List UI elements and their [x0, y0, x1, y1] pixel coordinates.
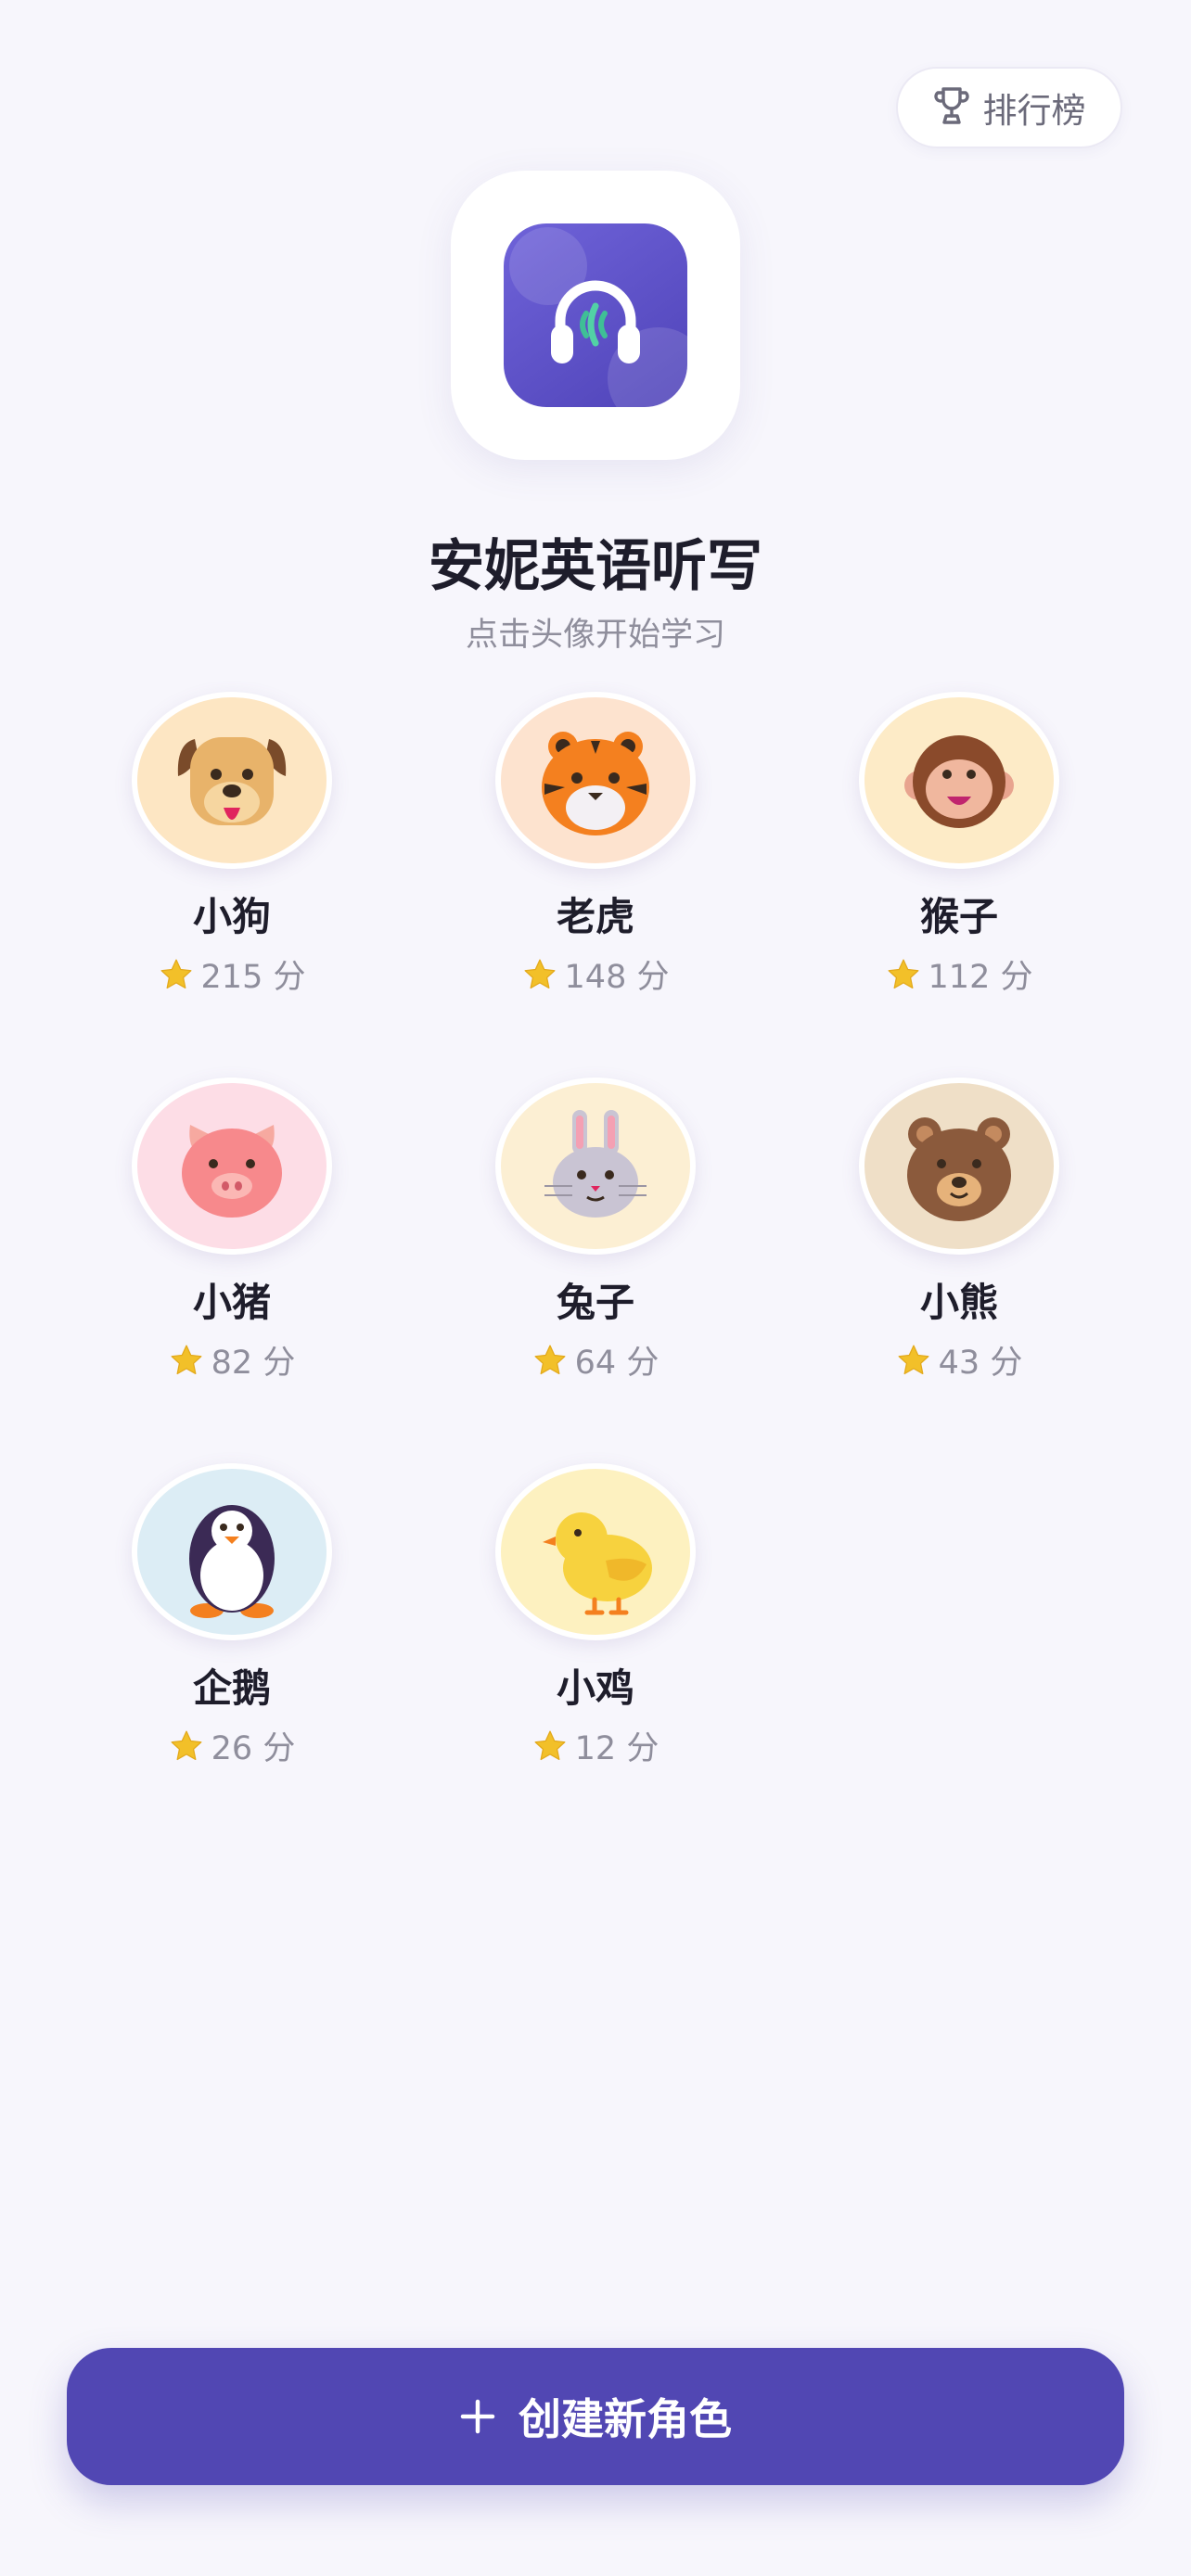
character-card-rabbit[interactable]: 兔子 64 分: [456, 1078, 735, 1384]
rabbit-icon: [544, 1109, 647, 1218]
character-score: 64 分: [532, 1336, 660, 1384]
character-card-dog[interactable]: 小狗 215 分: [93, 692, 371, 998]
monkey-icon: [904, 734, 1014, 828]
avatar[interactable]: [132, 692, 332, 869]
tiger-icon: [542, 731, 649, 835]
character-score: 112 分: [886, 950, 1033, 998]
app-logo: [451, 171, 740, 460]
bear-icon: [907, 1116, 1011, 1221]
character-card-monkey[interactable]: 猴子 112 分: [820, 692, 1098, 998]
leaderboard-label: 排行榜: [982, 91, 1086, 131]
penguin-icon: [189, 1504, 275, 1618]
create-character-label: 创建新角色: [519, 2394, 732, 2444]
star-icon: [160, 959, 191, 988]
score-value: 26 分: [211, 1730, 296, 1767]
character-name: 小猪: [192, 1280, 271, 1325]
character-name: 企鹅: [192, 1665, 271, 1711]
character-grid: 小狗 215 分 老虎 148 分 猴子 112 分 小猪 82 分 兔子 64…: [0, 692, 1191, 1897]
score-value: 12 分: [574, 1730, 660, 1767]
headphones-icon: [504, 223, 687, 407]
avatar[interactable]: [495, 1078, 696, 1255]
star-icon: [171, 1730, 202, 1760]
character-card-tiger[interactable]: 老虎 148 分: [456, 692, 735, 998]
leaderboard-button[interactable]: 排行榜: [896, 67, 1122, 148]
character-name: 猴子: [919, 894, 998, 939]
character-name: 老虎: [556, 894, 634, 939]
avatar[interactable]: [859, 692, 1059, 869]
character-card-bear[interactable]: 小熊 43 分: [820, 1078, 1098, 1384]
star-icon: [898, 1345, 929, 1374]
chick-icon: [543, 1511, 652, 1614]
score-value: 82 分: [211, 1345, 296, 1382]
score-value: 215 分: [200, 959, 306, 996]
character-score: 215 分: [159, 950, 306, 998]
character-name: 小熊: [919, 1280, 998, 1325]
score-value: 43 分: [938, 1345, 1023, 1382]
app-title: 安妮英语听写: [429, 534, 762, 599]
character-name: 兔子: [556, 1280, 634, 1325]
character-name: 小狗: [192, 894, 271, 939]
score-value: 148 分: [564, 959, 670, 996]
character-card-chick[interactable]: 小鸡 12 分: [456, 1463, 735, 1769]
character-name: 小鸡: [556, 1665, 634, 1711]
trophy-icon: [933, 85, 970, 130]
pig-icon: [182, 1124, 282, 1218]
score-value: 64 分: [574, 1345, 660, 1382]
app-subtitle: 点击头像开始学习: [465, 617, 725, 654]
character-score: 82 分: [169, 1336, 296, 1384]
character-score: 43 分: [896, 1336, 1023, 1384]
star-icon: [888, 959, 918, 988]
dog-icon: [177, 736, 287, 825]
avatar[interactable]: [495, 692, 696, 869]
plus-icon: [459, 2390, 496, 2443]
character-card-pig[interactable]: 小猪 82 分: [93, 1078, 371, 1384]
score-value: 112 分: [928, 959, 1033, 996]
create-character-button[interactable]: 创建新角色: [67, 2348, 1124, 2485]
character-score: 148 分: [522, 950, 670, 998]
star-icon: [534, 1730, 566, 1760]
avatar[interactable]: [859, 1078, 1059, 1255]
character-score: 12 分: [532, 1722, 660, 1769]
avatar[interactable]: [132, 1078, 332, 1255]
avatar[interactable]: [495, 1463, 696, 1640]
avatar[interactable]: [132, 1463, 332, 1640]
star-icon: [524, 959, 555, 988]
star-icon: [171, 1345, 202, 1374]
character-score: 26 分: [169, 1722, 296, 1769]
character-card-penguin[interactable]: 企鹅 26 分: [93, 1463, 371, 1769]
star-icon: [534, 1345, 566, 1374]
